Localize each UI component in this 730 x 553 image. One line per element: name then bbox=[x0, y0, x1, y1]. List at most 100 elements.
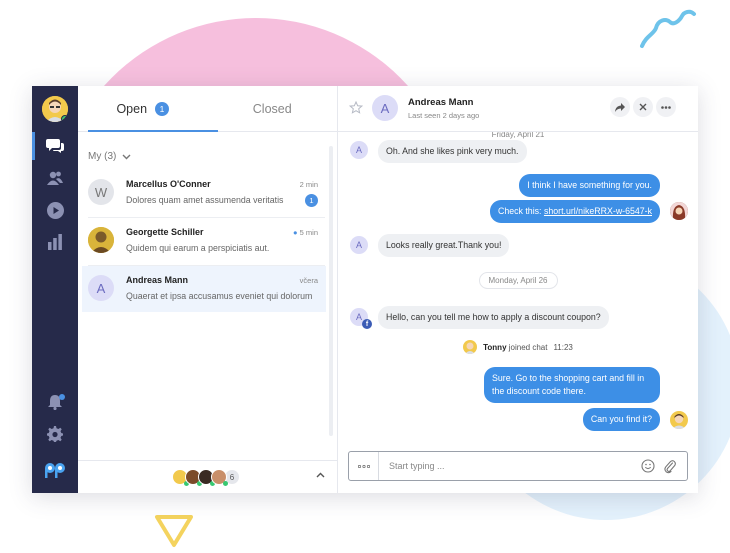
message-incoming: Hello, can you tell me how to apply a di… bbox=[378, 306, 609, 329]
conversation-tabs: Open 1 Closed bbox=[78, 86, 337, 132]
logo-icon bbox=[45, 463, 65, 478]
conversation-time: ● 5 min bbox=[293, 228, 318, 237]
list-scrollbar[interactable] bbox=[329, 146, 333, 436]
agent-avatar bbox=[463, 340, 478, 354]
contact-mini-avatar: A f bbox=[350, 308, 372, 329]
agent-avatar bbox=[670, 202, 688, 220]
message-incoming: Looks really great.Thank you! bbox=[378, 234, 510, 257]
system-message: Tonny joined chat 11:23 bbox=[338, 340, 698, 354]
nav-contacts[interactable] bbox=[32, 162, 78, 194]
mini-avatar-letter: A bbox=[355, 312, 362, 322]
conversation-time: včera bbox=[299, 276, 318, 285]
forward-button[interactable] bbox=[610, 97, 630, 117]
online-agents-bar: 6 bbox=[78, 460, 337, 493]
message-outgoing-link: Check this: short.url/nikeRRX-w-6547-k bbox=[489, 200, 660, 223]
my-avatar[interactable] bbox=[42, 96, 68, 122]
conversation-name: Marcellus O'Conner bbox=[126, 179, 211, 189]
user-face-icon bbox=[463, 340, 478, 354]
shared-link[interactable]: short.url/nikeRRX-w-6547-k bbox=[544, 206, 652, 216]
date-separator: Monday, April 26 bbox=[338, 272, 698, 289]
close-icon bbox=[639, 103, 647, 111]
paperclip-icon bbox=[664, 459, 676, 473]
message-composer bbox=[348, 451, 688, 481]
contact-avatar: A bbox=[372, 95, 398, 121]
decor-triangle-icon bbox=[155, 515, 193, 547]
agent-avatars[interactable]: 6 bbox=[172, 469, 240, 486]
tab-open-label: Open bbox=[116, 101, 148, 116]
conversation-time-text: 5 min bbox=[299, 228, 318, 237]
play-icon bbox=[46, 201, 64, 219]
message-outgoing: I think I have something for you. bbox=[519, 174, 660, 197]
agent-avatar bbox=[211, 469, 228, 486]
avatar: W bbox=[88, 179, 114, 205]
contact-mini-avatar: A bbox=[350, 141, 368, 159]
tab-closed-label: Closed bbox=[252, 101, 292, 116]
emoji-button[interactable] bbox=[637, 459, 659, 473]
contacts-icon bbox=[47, 171, 63, 185]
nav-rail bbox=[32, 86, 78, 493]
nav-stats[interactable] bbox=[32, 226, 78, 258]
nav-settings[interactable] bbox=[32, 418, 78, 450]
composer-more-button[interactable] bbox=[349, 452, 379, 480]
chevron-up-icon[interactable] bbox=[316, 472, 325, 478]
conversation-name: Andreas Mann bbox=[126, 275, 189, 285]
avatar: A bbox=[88, 275, 114, 301]
message-list: Friday, April 21 A Oh. And she likes pin… bbox=[338, 132, 698, 437]
conversation-preview: Dolores quam amet assumenda veritatis bbox=[126, 195, 284, 205]
contact-name: Andreas Mann bbox=[408, 97, 474, 108]
user-silhouette-icon bbox=[88, 227, 114, 253]
more-icon bbox=[357, 464, 370, 468]
tab-closed[interactable]: Closed bbox=[208, 86, 338, 131]
stats-icon bbox=[48, 234, 62, 250]
gear-icon bbox=[47, 426, 63, 442]
chat-icon bbox=[46, 139, 64, 153]
online-status-dot bbox=[61, 115, 68, 122]
conversation-item-georgette[interactable]: Georgette Schiller ● 5 min Quidem qui ea… bbox=[82, 218, 326, 264]
last-seen: Last seen 2 days ago bbox=[408, 111, 480, 120]
notification-dot bbox=[59, 394, 65, 400]
brand-logo bbox=[32, 454, 78, 486]
chat-header: A Andreas Mann Last seen 2 days ago bbox=[338, 86, 698, 132]
star-icon[interactable] bbox=[349, 101, 363, 114]
user-face-icon bbox=[670, 411, 688, 429]
close-chat-button[interactable] bbox=[633, 97, 653, 117]
tab-open[interactable]: Open 1 bbox=[78, 86, 208, 131]
nav-media[interactable] bbox=[32, 194, 78, 226]
system-text: joined chat bbox=[508, 342, 548, 352]
conversation-preview: Quidem qui earum a perspiciatis aut. bbox=[126, 243, 270, 253]
user-face-icon bbox=[670, 202, 688, 220]
message-incoming: Oh. And she likes pink very much. bbox=[378, 140, 527, 163]
facebook-icon: f bbox=[362, 319, 372, 329]
conversation-item-marcellus[interactable]: W Marcellus O'Conner 2 min Dolores quam … bbox=[82, 170, 326, 216]
message-text: Check this: bbox=[497, 206, 544, 216]
group-toggle-my[interactable]: My (3) bbox=[88, 151, 131, 162]
avatar bbox=[88, 227, 114, 253]
typing-dot-icon: ● bbox=[293, 228, 298, 237]
system-time: 11:23 bbox=[553, 342, 573, 352]
nav-notifications[interactable] bbox=[32, 386, 78, 418]
conversation-item-andreas[interactable]: A Andreas Mann včera Quaerat et ipsa acc… bbox=[82, 266, 326, 312]
message-outgoing: Sure. Go to the shopping cart and fill i… bbox=[484, 367, 660, 403]
forward-icon bbox=[615, 102, 625, 112]
conversation-list-panel: Open 1 Closed My (3) W Marcellus O'Conne… bbox=[78, 86, 338, 493]
nav-chats[interactable] bbox=[32, 130, 78, 162]
system-user: Tonny bbox=[483, 342, 507, 352]
more-options-button[interactable] bbox=[656, 97, 676, 117]
more-icon bbox=[661, 105, 671, 109]
message-outgoing: Can you find it? bbox=[582, 408, 660, 431]
date-label: Monday, April 26 bbox=[478, 272, 558, 289]
group-label: My (3) bbox=[88, 151, 117, 162]
contact-mini-avatar: A bbox=[350, 236, 368, 254]
open-count-badge: 1 bbox=[155, 101, 170, 116]
smiley-icon bbox=[641, 459, 655, 473]
chat-app-window: Open 1 Closed My (3) W Marcellus O'Conne… bbox=[32, 86, 698, 493]
chevron-down-icon bbox=[122, 154, 131, 159]
attach-button[interactable] bbox=[659, 459, 681, 474]
active-tab-indicator bbox=[88, 130, 218, 132]
conversation-preview: Quaerat et ipsa accusamus eveniet qui do… bbox=[126, 291, 313, 301]
unread-count-badge: 1 bbox=[305, 194, 318, 207]
message-input[interactable] bbox=[379, 461, 637, 471]
agent-avatar bbox=[670, 411, 688, 429]
chat-panel: A Andreas Mann Last seen 2 days ago Frid… bbox=[338, 86, 698, 493]
conversation-name: Georgette Schiller bbox=[126, 227, 204, 237]
